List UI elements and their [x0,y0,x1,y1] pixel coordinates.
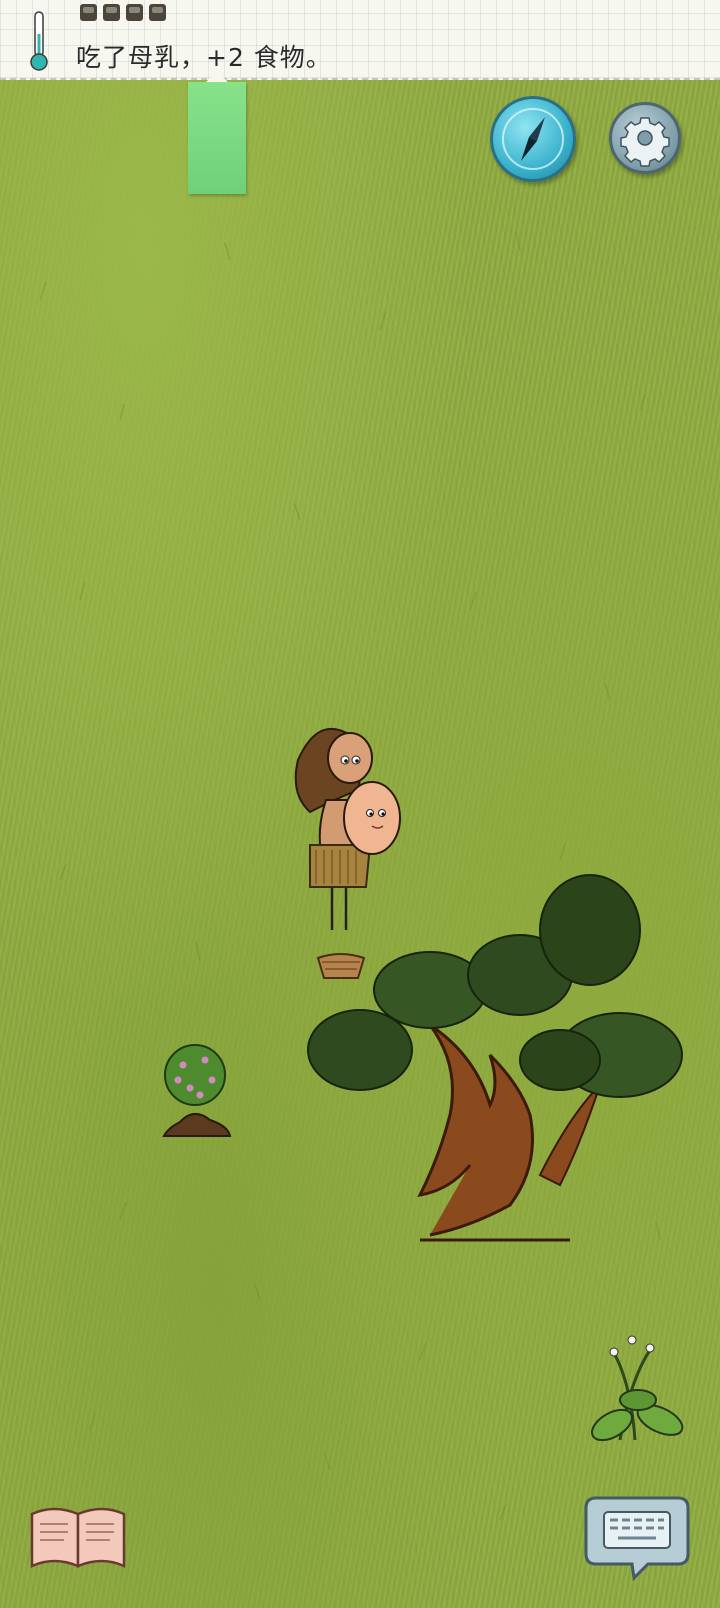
keyboard-button[interactable] [582,1490,692,1582]
juniper-tree[interactable] [307,874,683,1242]
gooseberry-bush[interactable] [162,1044,232,1137]
book-button[interactable] [28,1500,128,1570]
wild-plant[interactable] [587,1335,687,1446]
mother-with-baby[interactable] [294,727,401,930]
keyboard-icon [603,1511,671,1549]
game-world[interactable] [0,0,720,1608]
woven-basket[interactable] [316,953,366,979]
book-icon [30,1507,126,1568]
